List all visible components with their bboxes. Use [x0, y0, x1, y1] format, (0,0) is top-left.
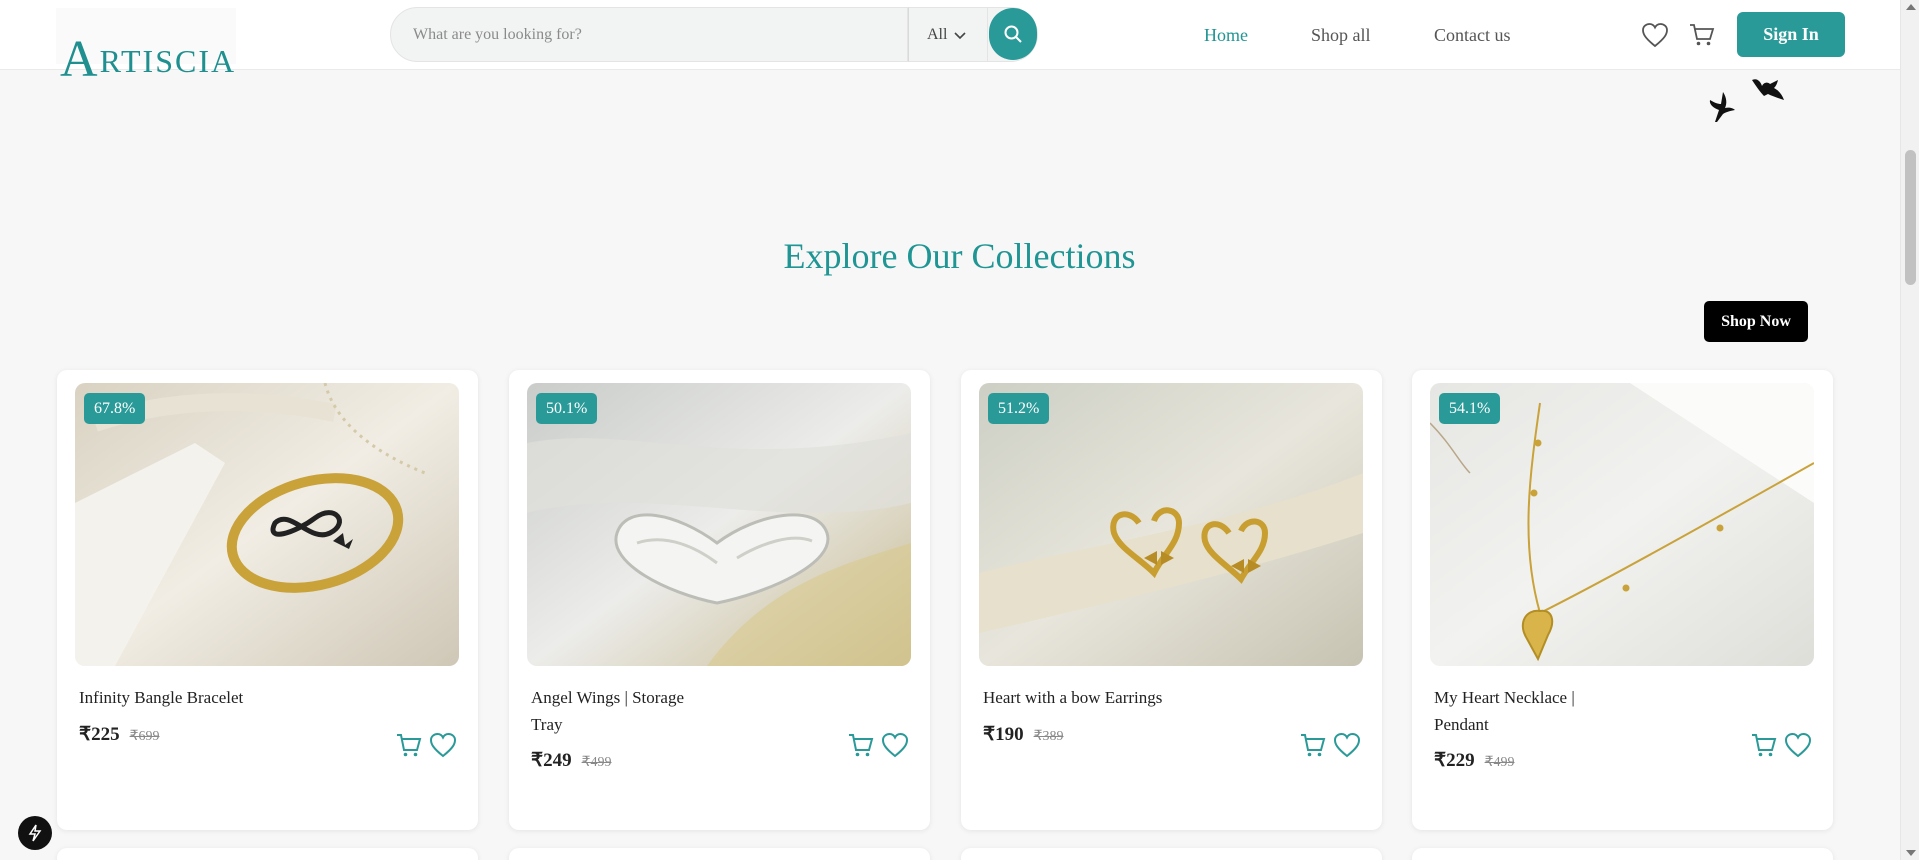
scrollbar[interactable]: [1900, 0, 1919, 860]
search-input[interactable]: [413, 8, 893, 61]
product-old-price: ₹389: [1033, 729, 1064, 744]
price-row: ₹225 ₹699: [79, 723, 160, 746]
discount-badge: 51.2%: [988, 393, 1050, 424]
product-image[interactable]: 54.1%: [1430, 383, 1814, 666]
price-row: ₹249 ₹499: [531, 749, 612, 772]
product-card[interactable]: 67.8% Infinity Bangle Bracelet ₹225 ₹699: [57, 370, 478, 830]
discount-badge: 54.1%: [1439, 393, 1501, 424]
product-card-partial[interactable]: [509, 848, 930, 860]
bird-icon: [1752, 79, 1784, 100]
scrollbar-thumb[interactable]: [1905, 150, 1916, 285]
add-to-wishlist-icon[interactable]: [429, 731, 457, 759]
lightning-icon[interactable]: [18, 816, 52, 850]
discount-badge: 67.8%: [84, 393, 146, 424]
nav-contact-us[interactable]: Contact us: [1434, 0, 1511, 70]
add-to-cart-icon[interactable]: [847, 731, 875, 759]
product-name[interactable]: Angel Wings | Storage Tray: [531, 684, 711, 738]
heart-icon: [1642, 23, 1668, 48]
cart-button[interactable]: [1687, 20, 1717, 50]
price-row: ₹190 ₹389: [983, 723, 1064, 746]
bracelet-image: [75, 383, 459, 666]
logo[interactable]: ARTISCIA: [56, 8, 236, 88]
product-card-partial[interactable]: [1412, 848, 1833, 860]
bird-icon: [1709, 92, 1735, 122]
product-name[interactable]: My Heart Necklace | Pendant: [1434, 684, 1614, 738]
product-image[interactable]: 67.8%: [75, 383, 459, 666]
product-price: ₹190: [983, 724, 1024, 745]
product-card[interactable]: 51.2% Heart with a bow Earrings ₹190 ₹38…: [961, 370, 1382, 830]
product-card-partial[interactable]: [57, 848, 478, 860]
storage-tray-image: [527, 383, 911, 666]
add-to-cart-icon[interactable]: [395, 731, 423, 759]
category-label: All: [927, 25, 948, 43]
add-to-wishlist-icon[interactable]: [1333, 731, 1361, 759]
product-name[interactable]: Heart with a bow Earrings: [983, 684, 1243, 711]
category-select[interactable]: All: [908, 7, 988, 62]
product-price: ₹229: [1434, 750, 1475, 771]
add-to-cart-icon[interactable]: [1750, 731, 1778, 759]
product-old-price: ₹499: [581, 755, 612, 770]
product-image[interactable]: 51.2%: [979, 383, 1363, 666]
necklace-image: [1430, 383, 1814, 666]
product-card[interactable]: 50.1% Angel Wings | Storage Tray ₹249 ₹4…: [509, 370, 930, 830]
product-price: ₹249: [531, 750, 572, 771]
sign-in-button[interactable]: Sign In: [1737, 12, 1845, 57]
product-image[interactable]: 50.1%: [527, 383, 911, 666]
search-bar: [390, 7, 908, 62]
logo-text: ARTISCIA: [60, 31, 237, 88]
shop-now-button[interactable]: Shop Now: [1704, 301, 1808, 342]
add-to-cart-icon[interactable]: [1299, 731, 1327, 759]
add-to-wishlist-icon[interactable]: [881, 731, 909, 759]
chevron-down-icon: [954, 31, 967, 39]
product-card-partial[interactable]: [961, 848, 1382, 860]
wishlist-button[interactable]: [1640, 20, 1670, 50]
product-price: ₹225: [79, 724, 120, 745]
earrings-image: [979, 383, 1363, 666]
add-to-wishlist-icon[interactable]: [1784, 731, 1812, 759]
product-old-price: ₹499: [1484, 755, 1515, 770]
section-title: Explore Our Collections: [783, 236, 1136, 276]
product-name[interactable]: Infinity Bangle Bracelet: [79, 684, 259, 711]
scroll-up-arrow[interactable]: [1906, 4, 1916, 10]
search-button[interactable]: [989, 8, 1037, 60]
price-row: ₹229 ₹499: [1434, 749, 1515, 772]
nav-home[interactable]: Home: [1204, 0, 1248, 70]
site-header: ARTISCIA All Home Shop all Contact us Si…: [0, 0, 1900, 88]
product-card[interactable]: 54.1% My Heart Necklace | Pendant ₹229 ₹…: [1412, 370, 1833, 830]
nav-shop-all[interactable]: Shop all: [1311, 0, 1371, 70]
cart-icon: [1690, 24, 1715, 46]
scroll-down-arrow[interactable]: [1906, 850, 1916, 856]
discount-badge: 50.1%: [536, 393, 598, 424]
product-old-price: ₹699: [129, 729, 160, 744]
search-icon: [1004, 25, 1022, 43]
